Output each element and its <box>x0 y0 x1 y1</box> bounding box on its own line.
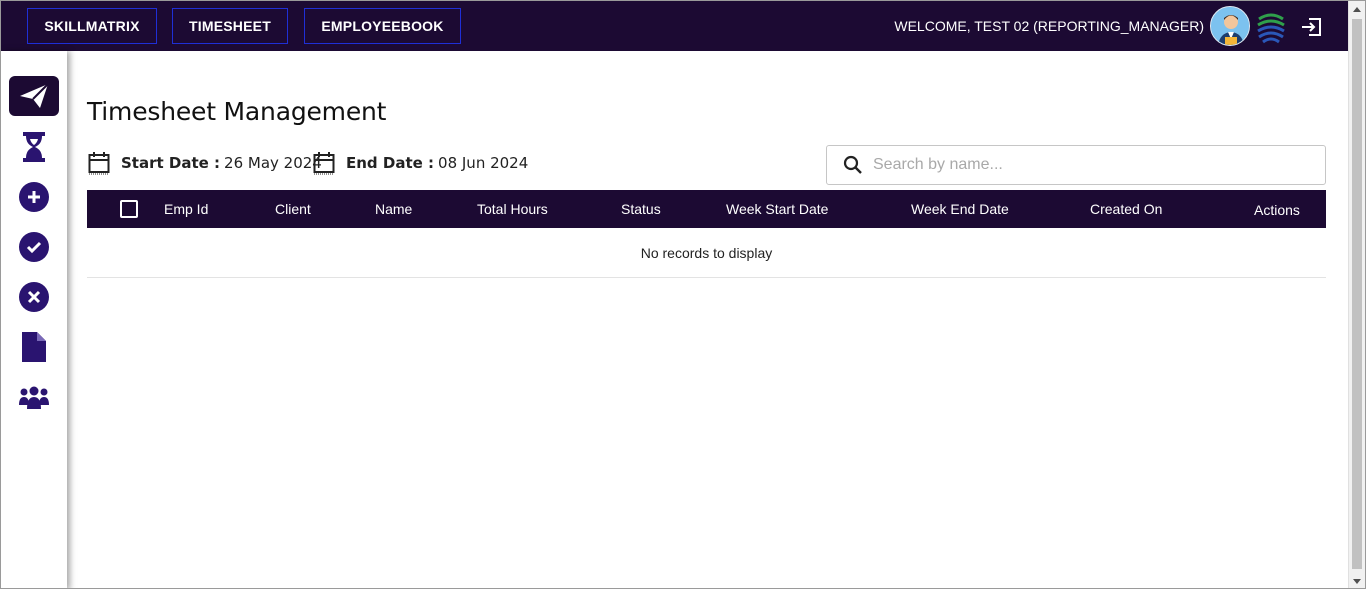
file-icon <box>22 332 46 362</box>
sidebar <box>1 51 67 588</box>
nav-employeebook-button[interactable]: EMPLOYEEBOOK <box>304 8 461 44</box>
column-header-status[interactable]: Status <box>621 201 661 217</box>
app-window: SKILLMATRIX TIMESHEET EMPLOYEEBOOK WELCO… <box>0 0 1366 589</box>
column-header-emp-id[interactable]: Emp Id <box>164 201 208 217</box>
column-header-name[interactable]: Name <box>375 201 412 217</box>
end-date-value[interactable]: 08 Jun 2024 <box>438 154 528 172</box>
search-icon <box>843 155 862 174</box>
end-date-group: End Date : 08 Jun 2024 <box>313 151 528 175</box>
vertical-scrollbar[interactable] <box>1348 1 1365 588</box>
nav-skillmatrix-button[interactable]: SKILLMATRIX <box>27 8 157 44</box>
scrollbar-thumb[interactable] <box>1352 19 1362 569</box>
logout-icon[interactable] <box>1300 17 1322 37</box>
column-header-created-on[interactable]: Created On <box>1090 201 1162 217</box>
x-circle-icon <box>27 290 41 304</box>
calendar-icon[interactable] <box>88 151 110 175</box>
column-header-client[interactable]: Client <box>275 201 311 217</box>
column-header-week-end-date[interactable]: Week End Date <box>911 201 1009 217</box>
sidebar-item-pending[interactable] <box>19 131 49 163</box>
welcome-text: WELCOME, TEST 02 (REPORTING_MANAGER) <box>894 18 1204 34</box>
hourglass-icon <box>23 132 45 162</box>
select-all-checkbox[interactable] <box>120 200 138 218</box>
calendar-icon[interactable] <box>313 151 335 175</box>
check-circle-icon <box>26 241 42 254</box>
column-header-total-hours[interactable]: Total Hours <box>477 201 548 217</box>
sidebar-item-reports[interactable] <box>22 331 46 363</box>
paper-plane-icon <box>20 83 49 108</box>
sidebar-item-submit[interactable] <box>9 76 59 116</box>
scroll-down-arrow-icon[interactable] <box>1353 579 1361 584</box>
users-icon <box>19 386 49 409</box>
user-avatar[interactable] <box>1210 6 1250 46</box>
start-date-label: Start Date : <box>121 154 221 172</box>
sidebar-item-add[interactable] <box>19 182 49 212</box>
table-header: Emp Id Client Name Total Hours Status We… <box>87 190 1326 228</box>
start-date-group: Start Date : 26 May 2024 <box>88 151 322 175</box>
search-box <box>826 145 1326 185</box>
plus-circle-icon <box>28 191 40 203</box>
brand-logo-icon <box>1255 9 1287 45</box>
sidebar-item-rejected[interactable] <box>19 282 49 312</box>
sidebar-item-approved[interactable] <box>19 232 49 262</box>
search-input[interactable] <box>873 156 1293 174</box>
scroll-up-arrow-icon[interactable] <box>1353 7 1361 12</box>
page-title: Timesheet Management <box>87 97 387 126</box>
start-date-value[interactable]: 26 May 2024 <box>224 154 322 172</box>
nav-timesheet-button[interactable]: TIMESHEET <box>172 8 288 44</box>
column-header-actions: Actions <box>1254 202 1300 218</box>
column-header-week-start-date[interactable]: Week Start Date <box>726 201 828 217</box>
end-date-label: End Date : <box>346 154 435 172</box>
top-navbar: SKILLMATRIX TIMESHEET EMPLOYEEBOOK WELCO… <box>1 1 1350 51</box>
empty-table-message: No records to display <box>87 228 1326 278</box>
sidebar-item-team[interactable] <box>18 384 50 410</box>
